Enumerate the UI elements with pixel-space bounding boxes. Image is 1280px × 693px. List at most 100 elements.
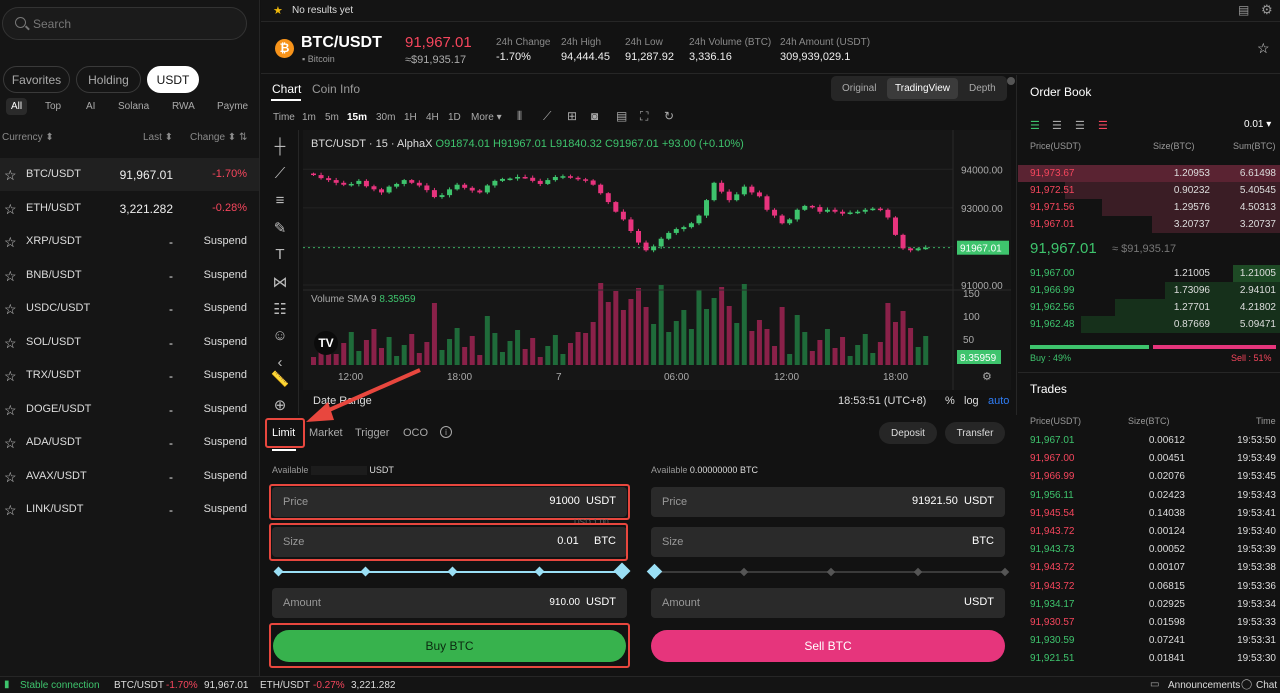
market-row[interactable]: ☆ USDC/USDT - Suspend <box>0 292 259 325</box>
bid-row[interactable]: 91,967.00 1.21005 1.21005 <box>1018 265 1280 282</box>
buy-amount-field[interactable]: Amount 910.00 USDT <box>272 588 627 618</box>
refresh-icon[interactable]: ↻ <box>664 109 674 123</box>
tab-holding[interactable]: Holding <box>76 66 141 93</box>
star-outline-icon[interactable]: ☆ <box>4 368 17 385</box>
tab-coin-info[interactable]: Coin Info <box>312 82 360 96</box>
timeframe-more[interactable]: More ▾ <box>471 112 502 123</box>
chat-link[interactable]: Chat <box>1256 680 1277 691</box>
ob-view-bids-icon[interactable]: ☰ <box>1052 119 1062 132</box>
category-solana[interactable]: Solana <box>118 101 149 112</box>
percent-toggle[interactable]: % <box>945 395 955 407</box>
tab-usdt[interactable]: USDT <box>147 66 199 93</box>
log-toggle[interactable]: log <box>964 395 979 407</box>
sell-price-field[interactable]: Price 91921.50 USDT <box>651 487 1005 517</box>
star-outline-icon[interactable]: ☆ <box>4 335 17 352</box>
ask-row[interactable]: 91,971.56 1.29576 4.50313 <box>1018 199 1280 216</box>
crosshair-icon[interactable]: ┼ <box>270 138 290 156</box>
price-chart[interactable]: 94000.0093000.0092000.0091000.0091967.01… <box>303 130 1011 390</box>
indicator-icon[interactable]: ⟋ <box>543 109 551 124</box>
market-row[interactable]: ☆ LINK/USDT - Suspend <box>0 493 259 526</box>
announcement-icon[interactable]: ▭ <box>1150 679 1159 690</box>
star-outline-icon[interactable]: ☆ <box>4 502 17 519</box>
category-payment[interactable]: Payme <box>217 101 248 112</box>
star-outline-icon[interactable]: ☆ <box>4 201 17 218</box>
category-ai[interactable]: AI <box>86 101 95 112</box>
form-tab-limit[interactable]: Limit <box>272 427 295 439</box>
favorite-star-icon[interactable]: ☆ <box>1257 40 1270 57</box>
notes-icon[interactable]: ▤ <box>1238 3 1249 17</box>
market-row[interactable]: ☆ ETH/USDT 3,221.282 -0.28% <box>0 192 259 225</box>
ticker-eth-sym[interactable]: ETH/USDT <box>260 680 310 691</box>
chart-svg[interactable]: 94000.0093000.0092000.0091000.0091967.01… <box>303 130 1011 390</box>
star-outline-icon[interactable]: ☆ <box>4 435 17 452</box>
tab-favorites[interactable]: Favorites <box>3 66 70 93</box>
timeframe-1d[interactable]: 1D <box>448 112 461 123</box>
sell-button[interactable]: Sell BTC <box>651 630 1005 662</box>
fib-icon[interactable]: ≡ <box>270 192 290 210</box>
star-outline-icon[interactable]: ☆ <box>4 301 17 318</box>
market-row[interactable]: ☆ BTC/USDT 91,967.01 -1.70% <box>0 158 259 191</box>
pair-name[interactable]: BTC/USDT <box>301 34 382 52</box>
timeframe-time[interactable]: Time <box>273 112 295 123</box>
star-outline-icon[interactable]: ☆ <box>4 268 17 285</box>
market-row[interactable]: ☆ TRX/USDT - Suspend <box>0 359 259 392</box>
col-change[interactable]: Change ⬍ ⇅ <box>190 132 247 143</box>
timeframe-1m[interactable]: 1m <box>302 112 316 123</box>
col-last[interactable]: Last ⬍ <box>143 132 173 143</box>
form-tab-market[interactable]: Market <box>309 427 343 439</box>
view-tradingview[interactable]: TradingView <box>887 78 959 99</box>
timeframe-15m[interactable]: 15m <box>347 112 367 123</box>
category-top[interactable]: Top <box>45 101 61 112</box>
trendline-icon[interactable]: ⟋ <box>270 165 290 183</box>
chat-icon[interactable]: ◯ <box>1241 679 1252 690</box>
layout-icon[interactable]: ⊞ <box>567 109 577 123</box>
ask-row[interactable]: 91,973.67 1.20953 6.61498 <box>1018 165 1280 182</box>
text-icon[interactable]: T <box>270 246 290 264</box>
sell-amount-field[interactable]: Amount USDT <box>651 588 1005 618</box>
star-outline-icon[interactable]: ☆ <box>4 402 17 419</box>
bid-row[interactable]: 91,962.48 0.87669 5.09471 <box>1018 316 1280 333</box>
zoom-in-icon[interactable]: ⊕ <box>270 396 290 414</box>
market-row[interactable]: ☆ DOGE/USDT - Suspend <box>0 393 259 426</box>
sell-size-field[interactable]: Size BTC <box>651 527 1005 557</box>
form-tab-oco[interactable]: OCO <box>403 427 428 439</box>
category-rwa[interactable]: RWA <box>172 101 195 112</box>
ob-view-list-icon[interactable]: ☰ <box>1098 119 1108 132</box>
list-icon[interactable]: ▤ <box>616 109 627 123</box>
category-all[interactable]: All <box>6 98 28 115</box>
auto-toggle[interactable]: auto <box>988 395 1009 407</box>
camera-icon[interactable]: ◙ <box>591 109 598 123</box>
deposit-button[interactable]: Deposit <box>879 422 937 444</box>
star-outline-icon[interactable]: ☆ <box>4 234 17 251</box>
tab-chart[interactable]: Chart <box>272 82 301 96</box>
timeframe-1h[interactable]: 1H <box>404 112 417 123</box>
timeframe-4h[interactable]: 4H <box>426 112 439 123</box>
view-depth[interactable]: Depth <box>969 83 996 94</box>
ob-precision[interactable]: 0.01 ▾ <box>1244 119 1271 130</box>
timeframe-5m[interactable]: 5m <box>325 112 339 123</box>
info-icon[interactable]: i <box>440 426 452 438</box>
brush-icon[interactable]: ✎ <box>270 219 290 237</box>
star-outline-icon[interactable]: ☆ <box>4 469 17 486</box>
market-row[interactable]: ☆ BNB/USDT - Suspend <box>0 259 259 292</box>
col-currency[interactable]: Currency ⬍ <box>2 132 54 143</box>
market-row[interactable]: ☆ AVAX/USDT - Suspend <box>0 460 259 493</box>
ob-view-asks-icon[interactable]: ☰ <box>1075 119 1085 132</box>
ruler-icon[interactable]: 📏 <box>270 370 290 388</box>
measure-icon[interactable]: ☷ <box>270 300 290 318</box>
star-outline-icon[interactable]: ☆ <box>4 167 17 184</box>
ask-row[interactable]: 91,967.01 3.20737 3.20737 <box>1018 216 1280 233</box>
pattern-icon[interactable]: ⋈ <box>270 273 290 291</box>
ask-row[interactable]: 91,972.51 0.90232 5.40545 <box>1018 182 1280 199</box>
timeframe-30m[interactable]: 30m <box>376 112 395 123</box>
bid-row[interactable]: 91,962.56 1.27701 4.21802 <box>1018 299 1280 316</box>
search-box[interactable]: Search <box>2 7 247 40</box>
announcements-link[interactable]: Announcements <box>1168 680 1240 691</box>
chart-settings-icon[interactable]: ⚙ <box>982 370 992 383</box>
market-row[interactable]: ☆ ADA/USDT - Suspend <box>0 426 259 459</box>
fullscreen-icon[interactable]: ⛶ <box>640 109 648 124</box>
ticker-btc-sym[interactable]: BTC/USDT <box>114 680 164 691</box>
emoji-icon[interactable]: ☺ <box>270 327 290 345</box>
form-tab-trigger[interactable]: Trigger <box>355 427 389 439</box>
bid-row[interactable]: 91,966.99 1.73096 2.94101 <box>1018 282 1280 299</box>
